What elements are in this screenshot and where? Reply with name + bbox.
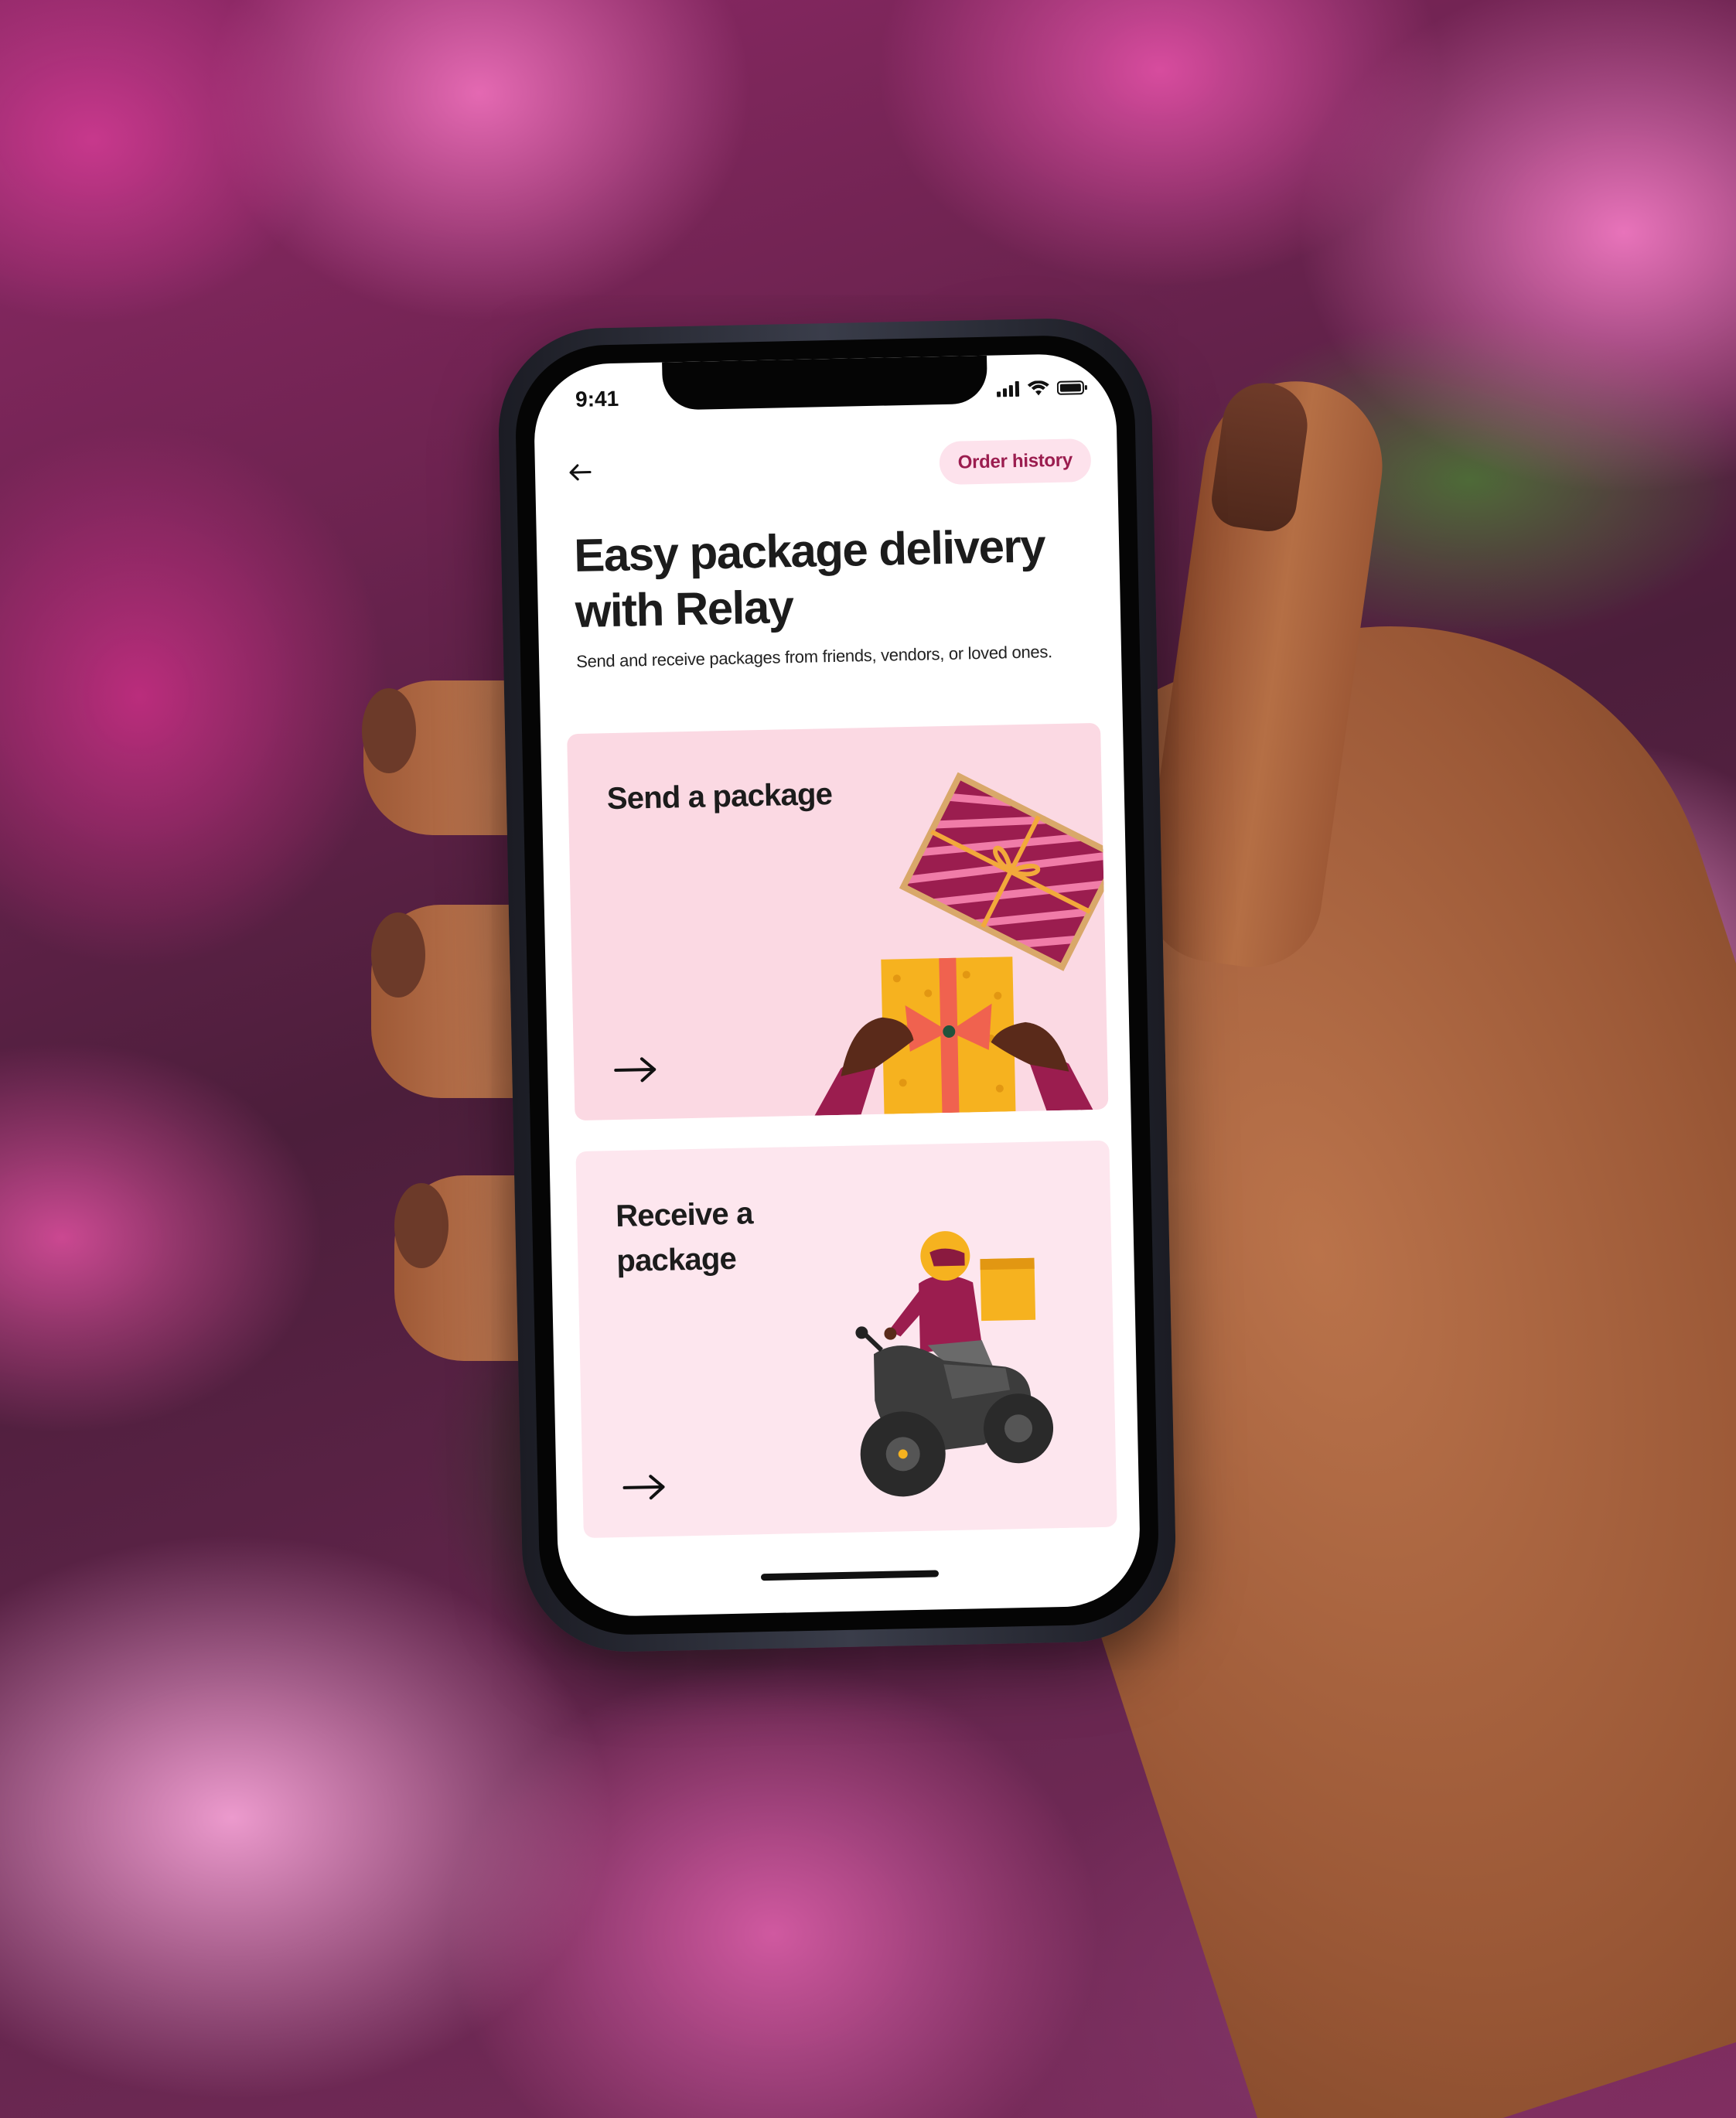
- receive-package-title: Receive a package: [615, 1196, 754, 1279]
- arrow-right-icon: [622, 1475, 665, 1500]
- finger-nail: [394, 1183, 448, 1268]
- status-icons: [996, 380, 1088, 397]
- order-history-button[interactable]: Order history: [939, 438, 1092, 486]
- battery-icon: [1056, 380, 1087, 395]
- back-button[interactable]: [556, 448, 603, 496]
- status-time: 9:41: [575, 386, 619, 411]
- app-screen: 9:41 Order history Easy package delivery…: [533, 353, 1141, 1618]
- phone-notch: [661, 355, 987, 411]
- page-subtitle: Send and receive packages from friends, …: [575, 642, 1053, 671]
- receive-package-card[interactable]: Receive a package: [575, 1140, 1117, 1539]
- gift-box-illustration: [814, 772, 1109, 1116]
- home-indicator[interactable]: [760, 1570, 939, 1581]
- delivery-motorbike-illustration: [855, 1231, 1054, 1497]
- wifi-icon: [1027, 380, 1049, 396]
- send-package-card[interactable]: Send a package: [567, 722, 1109, 1121]
- phone-device: 9:41 Order history Easy package delivery…: [496, 316, 1178, 1654]
- arrow-left-icon: [569, 464, 592, 481]
- finger-nail: [362, 688, 416, 773]
- finger-nail: [371, 912, 425, 998]
- arrow-right-icon: [614, 1057, 657, 1083]
- top-nav: Order history: [534, 422, 1118, 512]
- cellular-signal-icon: [996, 380, 1020, 397]
- page-title: Easy package delivery with Relay: [573, 520, 1045, 637]
